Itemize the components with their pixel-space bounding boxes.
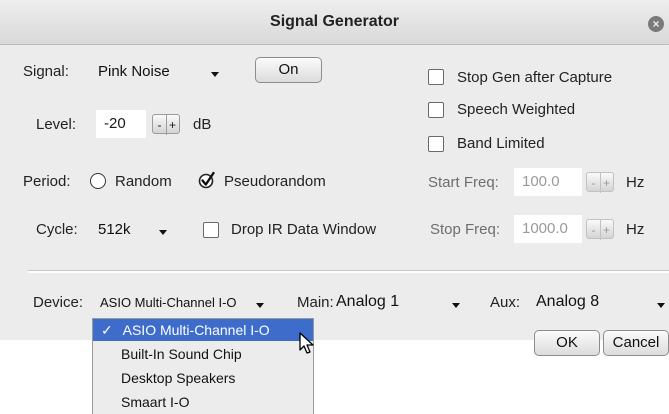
main-popup[interactable]: Analog 1: [330, 290, 474, 316]
cancel-button[interactable]: Cancel: [603, 330, 669, 356]
chevron-down-icon: [657, 303, 665, 308]
speech-weighted-checkbox[interactable]: [428, 102, 444, 118]
chevron-down-icon: [211, 72, 219, 77]
menu-item-desktop-speakers[interactable]: Desktop Speakers: [93, 367, 313, 389]
device-value: ASIO Multi-Channel I-O: [100, 295, 237, 310]
signal-label: Signal:: [23, 63, 69, 80]
title-bar: Signal Generator ×: [0, 0, 669, 45]
start-freq-increment-button[interactable]: +: [600, 173, 613, 193]
level-decrement-button[interactable]: -: [153, 115, 167, 135]
signal-generator-dialog: Signal Generator × Signal: Pink Noise On…: [0, 0, 669, 356]
window-title: Signal Generator: [270, 13, 399, 30]
menu-item-asio-multi-channel[interactable]: ✓ ASIO Multi-Channel I-O: [93, 319, 313, 341]
checkmark-icon: ✓: [101, 322, 113, 338]
chevron-down-icon: [256, 303, 264, 308]
start-freq-field[interactable]: 100.0: [514, 168, 582, 196]
device-popup[interactable]: ASIO Multi-Channel I-O: [98, 290, 276, 316]
stop-freq-decrement-button[interactable]: -: [587, 220, 601, 240]
cycle-value: 512k: [98, 221, 131, 238]
radio-random-label[interactable]: Random: [115, 173, 172, 190]
section-divider: [28, 270, 669, 273]
mouse-cursor-icon: [299, 332, 314, 354]
signal-popup[interactable]: Pink Noise: [92, 58, 232, 86]
stop-freq-stepper[interactable]: - +: [586, 219, 614, 240]
band-limited-label: Band Limited: [457, 135, 545, 152]
radio-random[interactable]: [90, 173, 106, 189]
aux-value: Analog 8: [536, 293, 600, 310]
aux-label: Aux:: [490, 294, 521, 311]
level-increment-button[interactable]: +: [166, 115, 179, 135]
main-label: Main:: [297, 294, 334, 311]
drop-ir-label: Drop IR Data Window: [231, 221, 377, 238]
cycle-popup[interactable]: 512k: [92, 216, 180, 244]
start-freq-decrement-button[interactable]: -: [587, 173, 601, 193]
chevron-down-icon: [159, 230, 167, 235]
device-label: Device:: [33, 294, 84, 311]
stop-freq-label: Stop Freq:: [430, 221, 501, 238]
device-dropdown-menu: ✓ ASIO Multi-Channel I-O Built-In Sound …: [92, 318, 314, 414]
stop-freq-increment-button[interactable]: +: [600, 220, 613, 240]
aux-popup[interactable]: Analog 8: [530, 290, 669, 316]
period-label: Period:: [23, 173, 71, 190]
level-label: Level:: [36, 116, 77, 133]
start-freq-label: Start Freq:: [428, 174, 499, 191]
menu-item-smaart-io[interactable]: Smaart I-O: [93, 391, 313, 413]
level-stepper[interactable]: - +: [152, 114, 180, 135]
signal-value: Pink Noise: [98, 63, 170, 80]
stop-gen-checkbox[interactable]: [428, 69, 444, 85]
level-field[interactable]: -20: [96, 110, 146, 138]
radio-pseudorandom[interactable]: [198, 171, 216, 189]
radio-pseudorandom-label[interactable]: Pseudorandom: [224, 173, 326, 190]
stop-freq-unit: Hz: [626, 221, 645, 238]
ok-button[interactable]: OK: [534, 330, 600, 356]
drop-ir-checkbox[interactable]: [203, 222, 219, 238]
stop-freq-field[interactable]: 1000.0: [514, 215, 582, 243]
band-limited-checkbox[interactable]: [428, 136, 444, 152]
chevron-down-icon: [452, 303, 460, 308]
start-freq-unit: Hz: [626, 174, 645, 191]
menu-item-built-in-sound-chip[interactable]: Built-In Sound Chip: [93, 343, 313, 365]
cycle-label: Cycle:: [36, 221, 78, 238]
menu-item-label: ASIO Multi-Channel I-O: [122, 322, 270, 338]
main-value: Analog 1: [336, 293, 400, 310]
start-freq-stepper[interactable]: - +: [586, 172, 614, 193]
level-unit: dB: [193, 116, 212, 133]
close-icon[interactable]: ×: [648, 16, 664, 32]
speech-weighted-label: Speech Weighted: [457, 101, 576, 118]
stop-gen-label: Stop Gen after Capture: [457, 69, 613, 86]
on-button[interactable]: On: [255, 57, 322, 83]
